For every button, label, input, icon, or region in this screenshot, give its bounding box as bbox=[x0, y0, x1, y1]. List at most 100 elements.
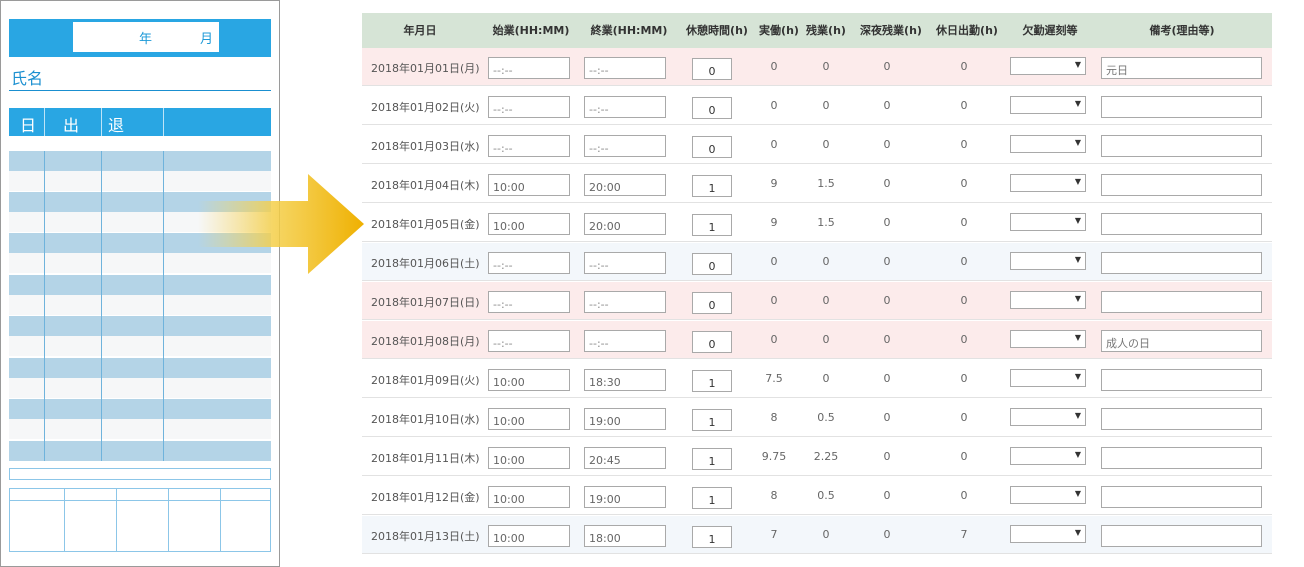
note-input[interactable]: 元日 bbox=[1101, 57, 1262, 79]
holiday-work-value: 0 bbox=[960, 177, 968, 190]
note-input[interactable] bbox=[1101, 135, 1262, 157]
absence-select[interactable]: ▼ bbox=[1010, 408, 1086, 426]
header-night: 深夜残業(h) bbox=[860, 24, 922, 37]
absence-select[interactable]: ▼ bbox=[1010, 330, 1086, 348]
overtime-value: 0 bbox=[822, 99, 830, 112]
holiday-work-value: 0 bbox=[960, 450, 968, 463]
break-hours-input[interactable]: 1 bbox=[692, 409, 732, 431]
end-time-input[interactable]: 20:00 bbox=[584, 174, 666, 196]
break-hours-input[interactable]: 1 bbox=[692, 175, 732, 197]
end-time-input[interactable]: 18:00 bbox=[584, 525, 666, 547]
end-time-input[interactable]: 18:30 bbox=[584, 369, 666, 391]
table-row: 2018年01月06日(土) --:-- --:-- 0 0 0 0 0 ▼ bbox=[362, 243, 1272, 281]
note-input[interactable]: 成人の日 bbox=[1101, 330, 1262, 352]
start-time-input[interactable]: --:-- bbox=[488, 330, 570, 352]
absence-select[interactable]: ▼ bbox=[1010, 135, 1086, 153]
row-date: 2018年01月07日(日) bbox=[371, 296, 480, 309]
absence-select[interactable]: ▼ bbox=[1010, 486, 1086, 504]
start-time-input[interactable]: 10:00 bbox=[488, 486, 570, 508]
break-hours-input[interactable]: 0 bbox=[692, 331, 732, 353]
attendance-table: 年月日 始業(HH:MM) 終業(HH:MM) 休憩時間(h) 実働(h) 残業… bbox=[362, 13, 1272, 565]
break-hours-input[interactable]: 1 bbox=[692, 214, 732, 236]
note-input[interactable] bbox=[1101, 174, 1262, 196]
absence-select[interactable]: ▼ bbox=[1010, 525, 1086, 543]
overtime-value: 0.5 bbox=[817, 489, 835, 502]
end-time-input[interactable]: --:-- bbox=[584, 330, 666, 352]
start-time-input[interactable]: --:-- bbox=[488, 291, 570, 313]
end-time-input[interactable]: 19:00 bbox=[584, 486, 666, 508]
holiday-work-value: 0 bbox=[960, 99, 968, 112]
break-hours-input[interactable]: 1 bbox=[692, 370, 732, 392]
note-input[interactable] bbox=[1101, 486, 1262, 508]
start-time-input[interactable]: --:-- bbox=[488, 57, 570, 79]
start-time-input[interactable]: --:-- bbox=[488, 96, 570, 118]
chevron-down-icon: ▼ bbox=[1074, 60, 1081, 69]
end-time-input[interactable]: --:-- bbox=[584, 135, 666, 157]
note-input[interactable] bbox=[1101, 525, 1262, 547]
break-hours-input[interactable]: 1 bbox=[692, 526, 732, 548]
absence-select[interactable]: ▼ bbox=[1010, 174, 1086, 192]
end-time-input[interactable]: --:-- bbox=[584, 96, 666, 118]
timecard-column-header: 日 出 退 bbox=[9, 108, 271, 136]
absence-select[interactable]: ▼ bbox=[1010, 57, 1086, 75]
start-time-input[interactable]: --:-- bbox=[488, 135, 570, 157]
absence-select[interactable]: ▼ bbox=[1010, 252, 1086, 270]
night-overtime-value: 0 bbox=[883, 255, 891, 268]
note-input[interactable] bbox=[1101, 408, 1262, 430]
absence-select[interactable]: ▼ bbox=[1010, 291, 1086, 309]
absence-select[interactable]: ▼ bbox=[1010, 447, 1086, 465]
break-hours-input[interactable]: 0 bbox=[692, 97, 732, 119]
chevron-down-icon: ▼ bbox=[1074, 450, 1081, 459]
chevron-down-icon: ▼ bbox=[1074, 138, 1081, 147]
start-time-input[interactable]: 10:00 bbox=[488, 369, 570, 391]
header-overtime: 残業(h) bbox=[806, 24, 846, 37]
absence-select[interactable]: ▼ bbox=[1010, 213, 1086, 231]
note-input[interactable] bbox=[1101, 96, 1262, 118]
note-input[interactable] bbox=[1101, 252, 1262, 274]
start-time-input[interactable]: 10:00 bbox=[488, 174, 570, 196]
table-row: 2018年01月09日(火) 10:00 18:30 1 7.5 0 0 0 ▼ bbox=[362, 360, 1272, 398]
start-time-input[interactable]: 10:00 bbox=[488, 447, 570, 469]
absence-select[interactable]: ▼ bbox=[1010, 96, 1086, 114]
break-hours-input[interactable]: 0 bbox=[692, 292, 732, 314]
month-label: 月 bbox=[200, 32, 214, 47]
header-note: 備考(理由等) bbox=[1149, 24, 1215, 37]
note-input[interactable] bbox=[1101, 369, 1262, 391]
holiday-work-value: 0 bbox=[960, 372, 968, 385]
row-date: 2018年01月09日(火) bbox=[371, 374, 480, 387]
end-time-input[interactable]: --:-- bbox=[584, 57, 666, 79]
chevron-down-icon: ▼ bbox=[1074, 99, 1081, 108]
holiday-work-value: 0 bbox=[960, 489, 968, 502]
work-hours-value: 0 bbox=[770, 99, 778, 112]
header-start: 始業(HH:MM) bbox=[492, 24, 570, 37]
row-date: 2018年01月02日(火) bbox=[371, 101, 480, 114]
end-time-input[interactable]: 20:45 bbox=[584, 447, 666, 469]
work-hours-value: 0 bbox=[770, 255, 778, 268]
note-input[interactable] bbox=[1101, 213, 1262, 235]
night-overtime-value: 0 bbox=[883, 177, 891, 190]
end-time-input[interactable]: --:-- bbox=[584, 291, 666, 313]
end-time-input[interactable]: 19:00 bbox=[584, 408, 666, 430]
break-hours-input[interactable]: 0 bbox=[692, 136, 732, 158]
absence-select[interactable]: ▼ bbox=[1010, 369, 1086, 387]
start-time-input[interactable]: 10:00 bbox=[488, 525, 570, 547]
note-input[interactable] bbox=[1101, 447, 1262, 469]
year-label: 年 bbox=[139, 32, 153, 47]
work-hours-value: 0 bbox=[770, 294, 778, 307]
end-time-input[interactable]: --:-- bbox=[584, 252, 666, 274]
break-hours-input[interactable]: 1 bbox=[692, 448, 732, 470]
work-hours-value: 8 bbox=[770, 411, 778, 424]
start-time-input[interactable]: --:-- bbox=[488, 252, 570, 274]
name-label: 氏名 bbox=[11, 69, 44, 88]
header-break: 休憩時間(h) bbox=[686, 24, 748, 37]
overtime-value: 0 bbox=[822, 60, 830, 73]
start-time-input[interactable]: 10:00 bbox=[488, 213, 570, 235]
start-time-input[interactable]: 10:00 bbox=[488, 408, 570, 430]
note-input[interactable] bbox=[1101, 291, 1262, 313]
holiday-work-value: 0 bbox=[960, 60, 968, 73]
break-hours-input[interactable]: 1 bbox=[692, 487, 732, 509]
end-time-input[interactable]: 20:00 bbox=[584, 213, 666, 235]
break-hours-input[interactable]: 0 bbox=[692, 253, 732, 275]
break-hours-input[interactable]: 0 bbox=[692, 58, 732, 80]
arrow-right-icon bbox=[198, 174, 364, 274]
